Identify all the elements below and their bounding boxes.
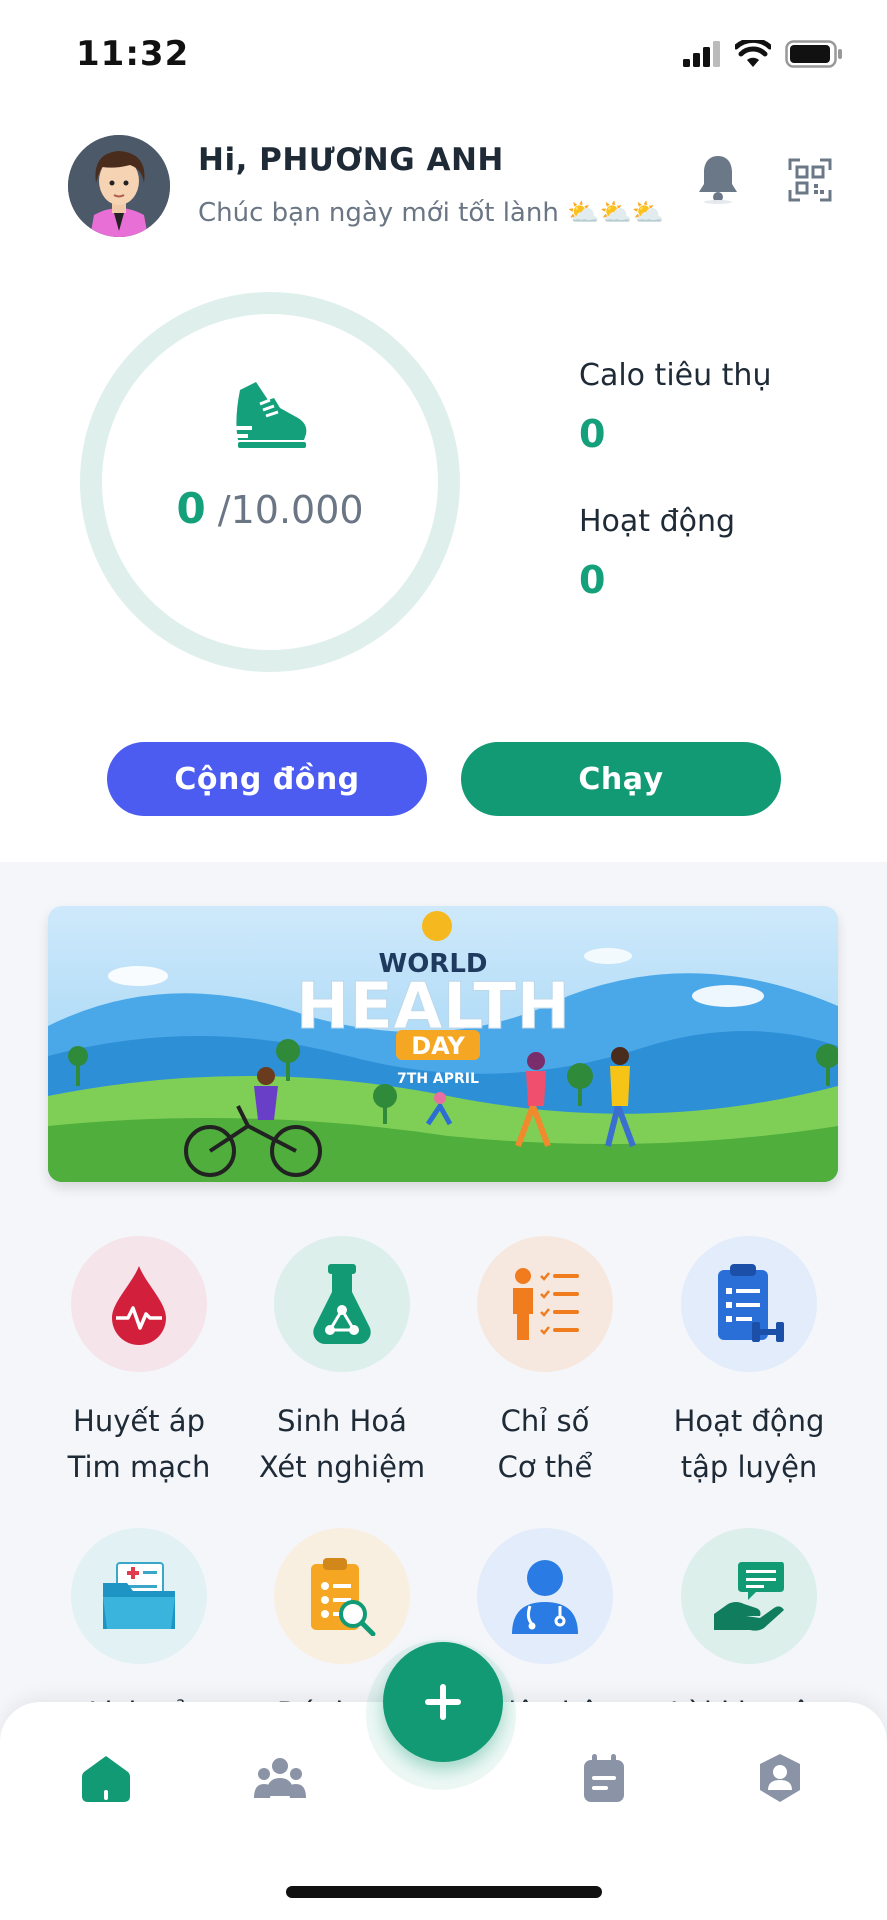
blood-drop-icon [112, 1266, 166, 1345]
tile-icon-bg [477, 1528, 613, 1664]
activity-label: Hoạt động [579, 504, 736, 539]
doctor-icon [512, 1560, 578, 1634]
activity-value: 0 [579, 558, 606, 602]
calories-label: Calo tiêu thụ [579, 358, 772, 393]
home-indicator [286, 1886, 602, 1898]
tile-label: Chỉ số Cơ thể [497, 1404, 593, 1484]
tile-icon-bg [681, 1236, 817, 1372]
banner-line4: 7TH APRIL [397, 1071, 479, 1087]
plus-icon [425, 1684, 461, 1720]
clipboard-workout-icon [718, 1264, 784, 1342]
community-button[interactable]: Cộng đồng [107, 742, 427, 816]
greeting-title: Hi, PHƯƠNG ANH [198, 142, 504, 178]
nav-calendar-icon[interactable] [578, 1752, 630, 1804]
running-shoe-icon [230, 382, 307, 448]
tile-icon-bg [71, 1528, 207, 1664]
tile-icon-bg [274, 1528, 410, 1664]
qr-scan-icon[interactable] [788, 158, 832, 202]
nav-community-icon[interactable] [254, 1752, 306, 1804]
status-time: 11:32 [76, 34, 190, 74]
add-button[interactable] [383, 1642, 503, 1762]
tile-label: Hoạt động tập luyện [673, 1404, 825, 1484]
avatar[interactable] [68, 135, 170, 237]
tile-blood-pressure[interactable]: Huyết áp Tim mạch [54, 1236, 224, 1490]
steps-goal: /10.000 [217, 488, 364, 532]
calories-value: 0 [579, 412, 606, 456]
tile-body-index[interactable]: Chỉ số Cơ thể [460, 1236, 630, 1490]
wifi-icon [735, 40, 771, 67]
tile-icon-bg [274, 1236, 410, 1372]
banner-line3: DAY [411, 1032, 465, 1060]
flask-icon [313, 1264, 371, 1344]
greeting-subtitle: Chúc bạn ngày mới tốt lành ⛅⛅⛅ [198, 198, 665, 228]
tile-workout[interactable]: Hoạt động tập luyện [664, 1236, 834, 1490]
tile-label: Sinh Hoá Xét nghiệm [258, 1404, 426, 1484]
medical-folder-icon [103, 1562, 175, 1629]
status-icons [683, 40, 843, 68]
notification-bell-icon[interactable] [696, 152, 740, 204]
world-health-day-banner[interactable]: WORLD HEALTH DAY 7TH APRIL [48, 906, 838, 1182]
step-counter: 0 /10.000 [80, 484, 460, 533]
nav-home-icon[interactable] [80, 1752, 132, 1804]
cellular-signal-icon [683, 41, 720, 67]
tile-icon-bg [681, 1528, 817, 1664]
tile-icon-bg [71, 1236, 207, 1372]
battery-icon [785, 40, 842, 68]
tile-label: Huyết áp Tim mạch [67, 1404, 211, 1484]
tile-icon-bg [477, 1236, 613, 1372]
run-button[interactable]: Chạy [461, 742, 781, 816]
steps-current: 0 [176, 484, 206, 533]
assessment-icon [311, 1558, 376, 1636]
nav-profile-icon[interactable] [754, 1752, 806, 1804]
advice-icon [714, 1562, 784, 1631]
body-index-icon [513, 1268, 579, 1340]
step-progress-ring[interactable] [80, 292, 460, 672]
tile-biochemistry[interactable]: Sinh Hoá Xét nghiệm [257, 1236, 427, 1490]
